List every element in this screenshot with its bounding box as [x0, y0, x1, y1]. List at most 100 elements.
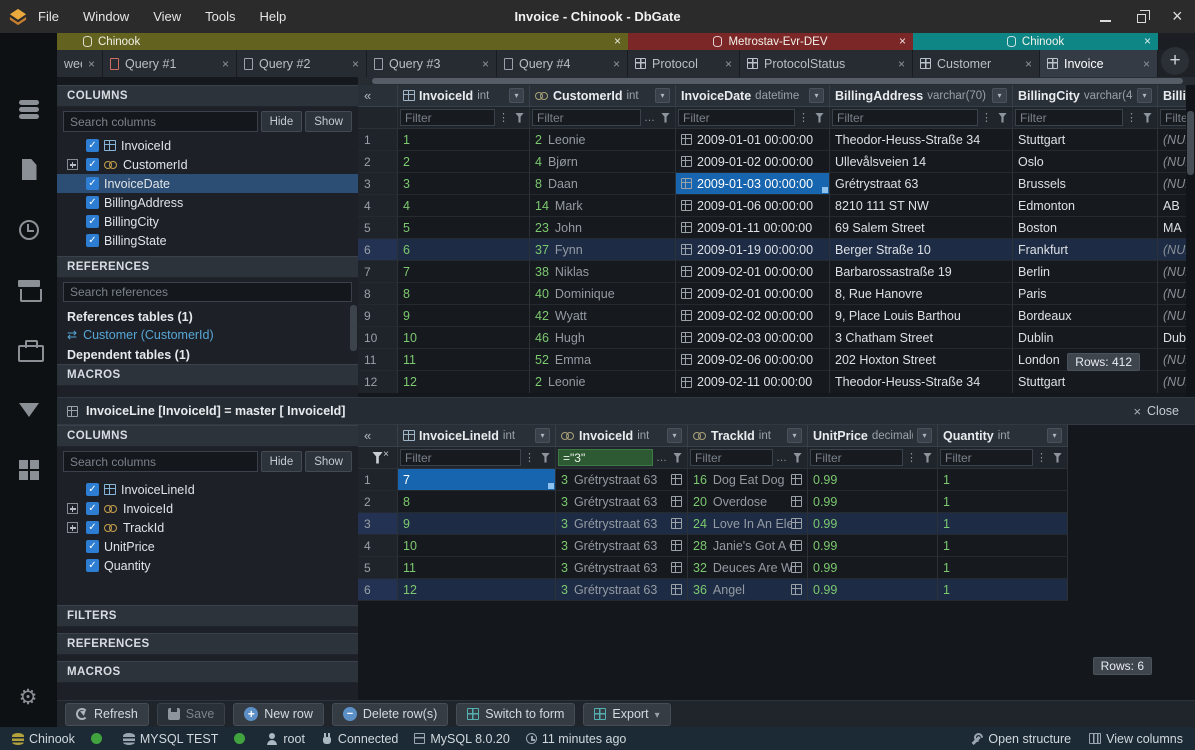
- expand-icon[interactable]: [67, 522, 78, 533]
- cell-unitprice[interactable]: 0.99: [808, 557, 938, 579]
- cell-invoicedate[interactable]: 2009-01-19 00:00:00: [676, 239, 830, 261]
- date-editor-icon[interactable]: [681, 288, 692, 299]
- status-action[interactable]: View columns: [1089, 732, 1183, 746]
- cell-customerid[interactable]: 40Dominique: [530, 283, 676, 305]
- cell-invoiceid[interactable]: 1: [398, 129, 530, 151]
- cell-unitprice[interactable]: 0.99: [808, 491, 938, 513]
- cell-billingcity[interactable]: Stuttgart: [1013, 371, 1158, 393]
- horizontal-scrollbar[interactable]: [358, 77, 1195, 85]
- macros-section-header[interactable]: MACROS: [57, 661, 358, 683]
- search-columns-input[interactable]: [63, 111, 258, 132]
- filter-funnel-button[interactable]: [920, 449, 935, 467]
- cell-invoicelineid[interactable]: 9: [398, 513, 556, 535]
- cell-invoicedate[interactable]: 2009-02-06 00:00:00: [676, 349, 830, 371]
- filter-funnel-button[interactable]: [812, 109, 827, 127]
- column-checkbox[interactable]: [86, 196, 99, 209]
- tab[interactable]: Query #2: [237, 50, 367, 77]
- filter-menu-icon[interactable]: [979, 109, 994, 127]
- cell-quantity[interactable]: 1: [938, 579, 1068, 601]
- column-list-item[interactable]: BillingCity: [57, 212, 358, 231]
- fk-lookup-icon[interactable]: [791, 540, 802, 551]
- search-references-input[interactable]: [63, 282, 352, 302]
- row-number[interactable]: 9: [358, 305, 398, 327]
- date-editor-icon[interactable]: [681, 377, 692, 388]
- cell-invoiceid[interactable]: 10: [398, 327, 530, 349]
- row-number[interactable]: 4: [358, 535, 398, 557]
- cell-invoiceid[interactable]: 4: [398, 195, 530, 217]
- filter-input[interactable]: Filter: [832, 109, 978, 126]
- row-number[interactable]: 2: [358, 151, 398, 173]
- cell-unitprice[interactable]: 0.99: [808, 513, 938, 535]
- cell-billingcity[interactable]: Stuttgart: [1013, 129, 1158, 151]
- panel-scrollbar-thumb[interactable]: [350, 305, 357, 351]
- column-list-item[interactable]: Quantity: [57, 556, 358, 575]
- row-number[interactable]: 8: [358, 283, 398, 305]
- sidebar-icon[interactable]: [16, 217, 42, 243]
- cell-customerid[interactable]: 8Daan: [530, 173, 676, 195]
- cell-trackid[interactable]: 24Love In An Elevator: [688, 513, 808, 535]
- column-header[interactable]: BillingCity varchar(40): [1013, 85, 1158, 107]
- cell-invoiceid[interactable]: 9: [398, 305, 530, 327]
- fk-lookup-icon[interactable]: [791, 474, 802, 485]
- column-checkbox[interactable]: [86, 139, 99, 152]
- cell-invoiceid[interactable]: 2: [398, 151, 530, 173]
- collapse-grid-icon[interactable]: [364, 87, 371, 105]
- tab-group[interactable]: Metrostav-Evr-DEV: [628, 33, 913, 50]
- cell-billingaddress[interactable]: 202 Hoxton Street: [830, 349, 1013, 371]
- column-list-item[interactable]: InvoiceId: [57, 499, 358, 518]
- show-columns-button[interactable]: Show: [305, 111, 352, 132]
- tab[interactable]: Customer: [913, 50, 1040, 77]
- row-number[interactable]: 6: [358, 579, 398, 601]
- cell-customerid[interactable]: 2Leonie: [530, 371, 676, 393]
- date-editor-icon[interactable]: [681, 222, 692, 233]
- date-editor-icon[interactable]: [681, 244, 692, 255]
- cell-customerid[interactable]: 23John: [530, 217, 676, 239]
- status-item[interactable]: [91, 732, 107, 746]
- filter-funnel-button[interactable]: [1140, 109, 1155, 127]
- filter-input[interactable]: Filter: [400, 109, 495, 126]
- close-detail-button[interactable]: Close: [1133, 404, 1185, 419]
- filter-input[interactable]: Filter: [940, 449, 1033, 466]
- cell-invoicelineid[interactable]: 11: [398, 557, 556, 579]
- cell-invoiceid[interactable]: 7: [398, 261, 530, 283]
- filter-input[interactable]: Filter: [1015, 109, 1123, 126]
- close-group-icon[interactable]: [614, 34, 621, 48]
- expand-icon[interactable]: [67, 159, 78, 170]
- cell-invoiceid[interactable]: 3Grétrystraat 63: [556, 513, 688, 535]
- tab[interactable]: ProtocolStatus: [740, 50, 913, 77]
- new-tab-button[interactable]: [1161, 47, 1189, 75]
- search-columns-input[interactable]: [63, 451, 258, 472]
- row-number[interactable]: 7: [358, 261, 398, 283]
- date-editor-icon[interactable]: [681, 332, 692, 343]
- close-tab-icon[interactable]: [222, 57, 229, 71]
- filters-section-header[interactable]: FILTERS: [57, 605, 358, 627]
- column-header[interactable]: BillingAddress varchar(70): [830, 85, 1013, 107]
- tab[interactable]: Invoice: [1040, 50, 1158, 77]
- close-group-icon[interactable]: [899, 34, 906, 48]
- cell-billingaddress[interactable]: 8210 111 ST NW: [830, 195, 1013, 217]
- cell-invoicedate[interactable]: 2009-02-01 00:00:00: [676, 261, 830, 283]
- toolbar-button[interactable]: New row: [233, 703, 324, 726]
- status-item[interactable]: MySQL 8.0.20: [414, 732, 509, 746]
- date-editor-icon[interactable]: [681, 134, 692, 145]
- close-tab-icon[interactable]: [613, 57, 620, 71]
- macros-section-header[interactable]: MACROS: [57, 364, 358, 386]
- date-editor-icon[interactable]: [681, 156, 692, 167]
- cell-customerid[interactable]: 46Hugh: [530, 327, 676, 349]
- fk-lookup-icon[interactable]: [671, 562, 682, 573]
- filter-funnel-button[interactable]: [658, 109, 673, 127]
- reference-link[interactable]: Customer (CustomerId): [57, 326, 358, 344]
- toolbar-button[interactable]: Export: [583, 703, 670, 726]
- settings-gear-icon[interactable]: [15, 685, 41, 711]
- cell-invoicedate[interactable]: 2009-02-03 00:00:00: [676, 327, 830, 349]
- filter-input[interactable]: Filter: [678, 109, 795, 126]
- restore-button[interactable]: [1123, 0, 1159, 33]
- row-number[interactable]: 5: [358, 557, 398, 579]
- close-button[interactable]: [1159, 0, 1195, 33]
- cell-quantity[interactable]: 1: [938, 469, 1068, 491]
- status-action[interactable]: Open structure: [971, 732, 1071, 746]
- filter-menu-icon[interactable]: [796, 109, 811, 127]
- menu-item[interactable]: Help: [260, 9, 287, 24]
- cell-invoiceid[interactable]: 3: [398, 173, 530, 195]
- fk-lookup-icon[interactable]: [671, 584, 682, 595]
